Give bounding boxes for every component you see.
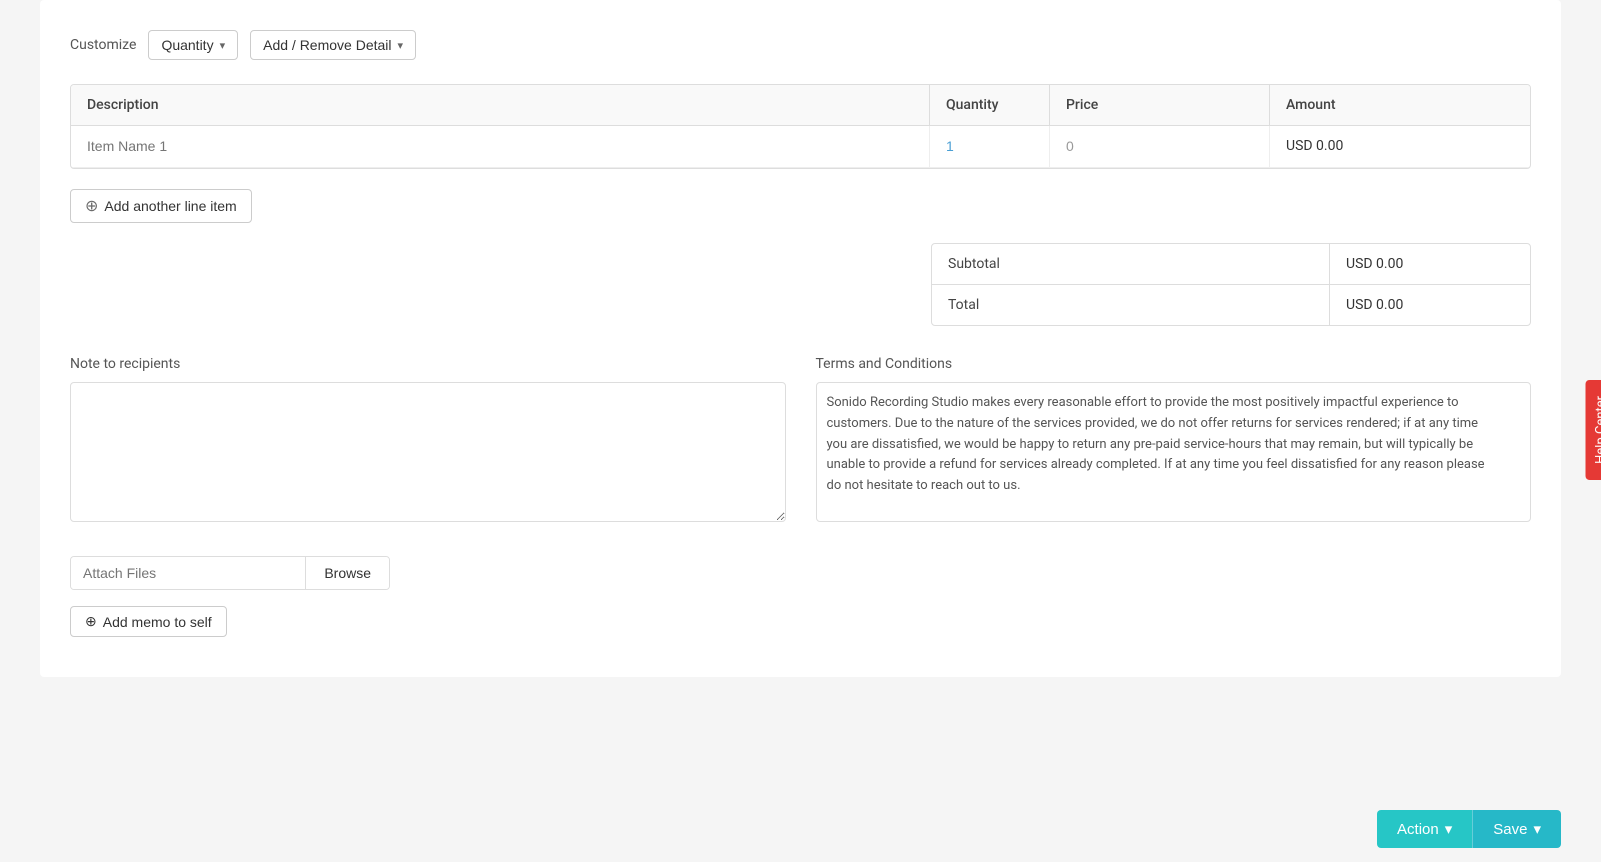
toolbar: Customize Quantity ▾ Add / Remove Detail… xyxy=(70,30,1531,60)
table-header: Description Quantity Price Amount xyxy=(71,85,1530,126)
total-row: Total USD 0.00 xyxy=(932,285,1530,325)
attach-files-input[interactable] xyxy=(71,557,305,589)
quantity-dropdown[interactable]: Quantity ▾ xyxy=(148,30,238,60)
subtotal-row: Subtotal USD 0.00 xyxy=(932,244,1530,285)
terms-wrapper: Sonido Recording Studio makes every reas… xyxy=(816,382,1532,522)
quantity-dropdown-label: Quantity xyxy=(161,37,213,53)
amount-cell: USD 0.00 xyxy=(1270,126,1530,167)
add-remove-detail-dropdown[interactable]: Add / Remove Detail ▾ xyxy=(250,30,416,60)
table-row: USD 0.00 xyxy=(71,126,1530,168)
lower-section: Note to recipients Terms and Conditions … xyxy=(70,356,1531,526)
note-section: Note to recipients xyxy=(70,356,786,526)
terms-text: Sonido Recording Studio makes every reas… xyxy=(827,395,1485,493)
quantity-chevron-icon: ▾ xyxy=(220,39,226,52)
add-memo-button[interactable]: ⊕ Add memo to self xyxy=(70,606,227,637)
terms-box: Sonido Recording Studio makes every reas… xyxy=(816,382,1532,522)
add-line-item-button[interactable]: ⊕ Add another line item xyxy=(70,189,252,223)
line-items-table: Description Quantity Price Amount USD 0.… xyxy=(70,84,1531,169)
save-chevron-icon: ▾ xyxy=(1533,820,1541,838)
help-center-label: Help Center xyxy=(1594,396,1601,464)
description-input[interactable] xyxy=(87,138,913,154)
amount-header: Amount xyxy=(1270,85,1530,125)
help-center-tab[interactable]: Help Center xyxy=(1586,380,1601,480)
action-label: Action xyxy=(1397,821,1439,838)
attach-row: Browse xyxy=(70,556,390,590)
subtotal-value: USD 0.00 xyxy=(1330,244,1530,284)
note-textarea[interactable] xyxy=(70,382,786,522)
save-button[interactable]: Save ▾ xyxy=(1472,810,1561,848)
attach-section: Browse xyxy=(70,556,1531,590)
save-label: Save xyxy=(1493,821,1527,838)
summary-table: Subtotal USD 0.00 Total USD 0.00 xyxy=(931,243,1531,326)
description-cell[interactable] xyxy=(71,126,930,167)
footer-bar: Action ▾ Save ▾ xyxy=(0,796,1601,862)
browse-button[interactable]: Browse xyxy=(305,557,389,589)
add-remove-chevron-icon: ▾ xyxy=(398,39,404,52)
subtotal-label: Subtotal xyxy=(932,244,1330,284)
action-chevron-icon: ▾ xyxy=(1445,820,1453,838)
description-header: Description xyxy=(71,85,930,125)
add-memo-label: Add memo to self xyxy=(103,614,212,630)
action-button[interactable]: Action ▾ xyxy=(1377,810,1472,848)
add-memo-plus-icon: ⊕ xyxy=(85,613,97,630)
customize-label: Customize xyxy=(70,37,136,53)
note-label: Note to recipients xyxy=(70,356,786,372)
terms-label: Terms and Conditions xyxy=(816,356,1532,372)
main-content: Customize Quantity ▾ Add / Remove Detail… xyxy=(40,0,1561,677)
add-remove-label: Add / Remove Detail xyxy=(263,37,391,53)
summary-section: Subtotal USD 0.00 Total USD 0.00 xyxy=(70,243,1531,326)
browse-label: Browse xyxy=(324,565,371,581)
amount-value: USD 0.00 xyxy=(1286,138,1343,154)
total-value: USD 0.00 xyxy=(1330,285,1530,325)
add-line-plus-icon: ⊕ xyxy=(85,196,98,216)
price-cell[interactable] xyxy=(1050,126,1270,167)
page-wrapper: Customize Quantity ▾ Add / Remove Detail… xyxy=(0,0,1601,862)
price-input[interactable] xyxy=(1066,138,1253,154)
terms-section: Terms and Conditions Sonido Recording St… xyxy=(816,356,1532,526)
quantity-cell[interactable] xyxy=(930,126,1050,167)
add-line-label: Add another line item xyxy=(104,198,236,214)
price-header: Price xyxy=(1050,85,1270,125)
total-label: Total xyxy=(932,285,1330,325)
quantity-input[interactable] xyxy=(946,138,1033,154)
quantity-header: Quantity xyxy=(930,85,1050,125)
